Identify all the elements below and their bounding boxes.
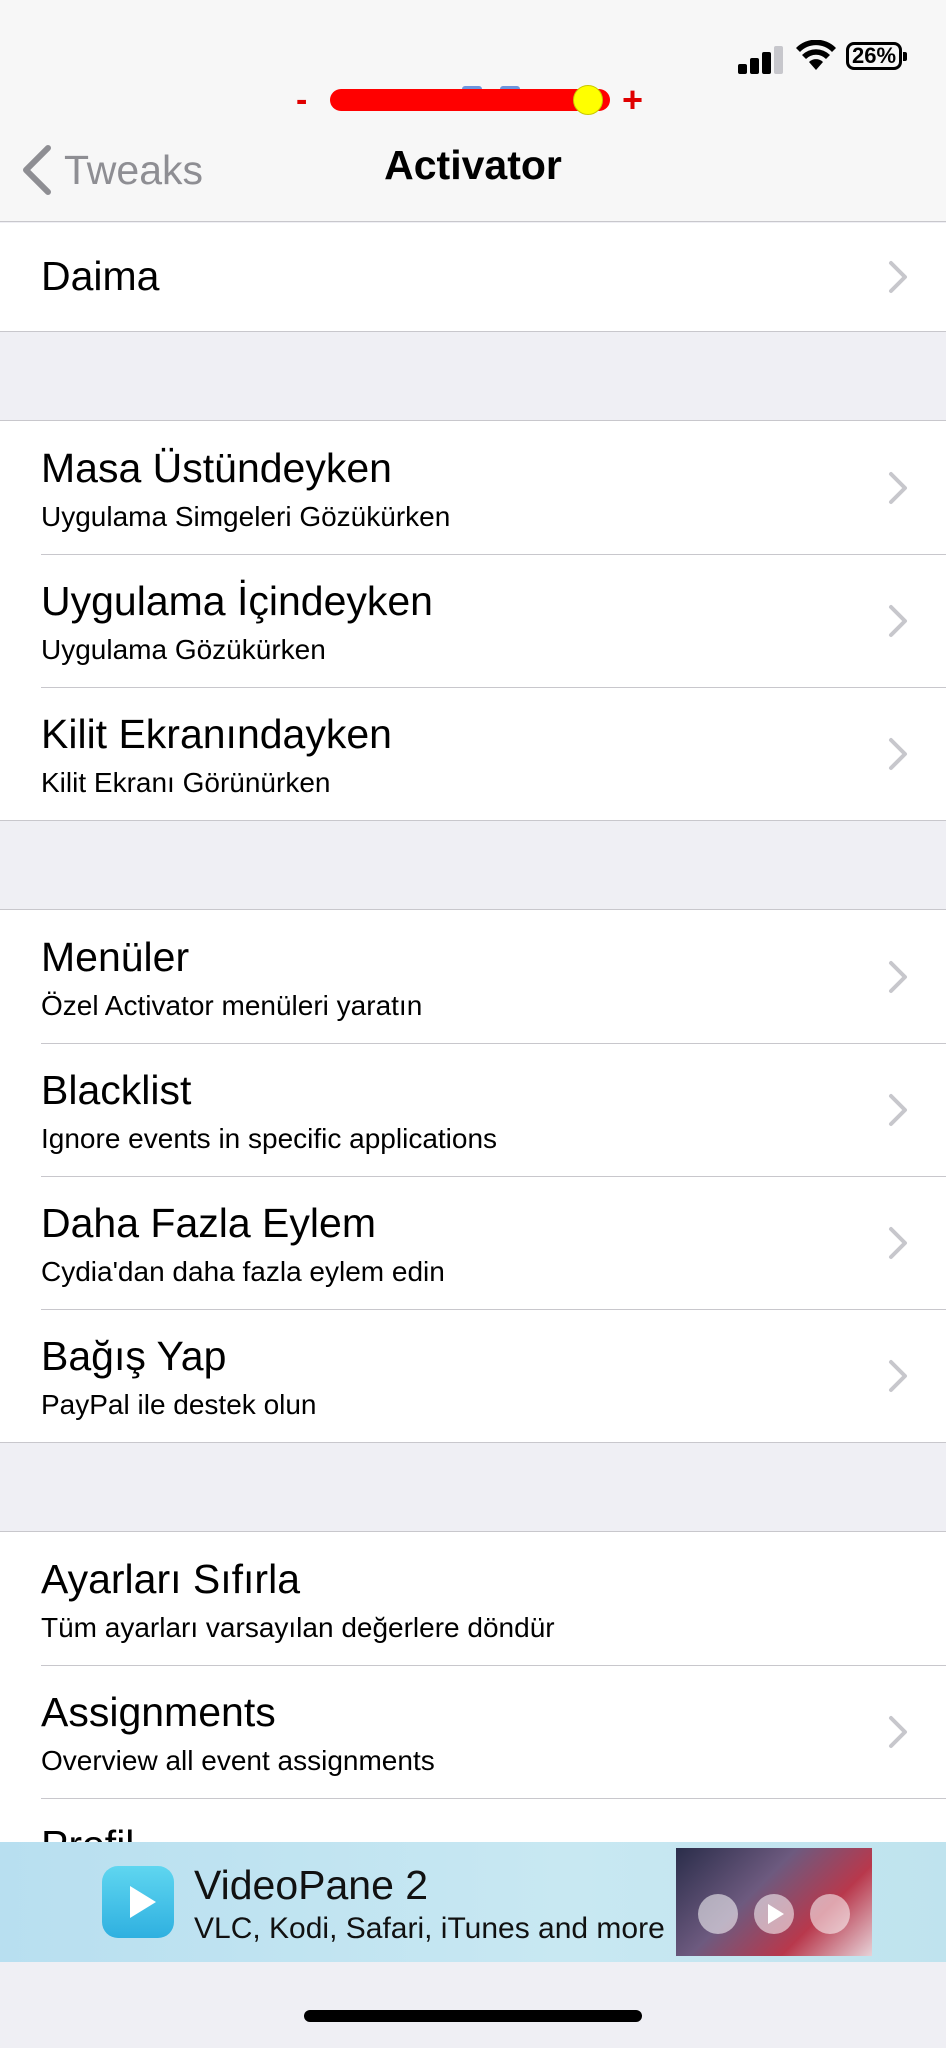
chevron-right-icon (889, 1094, 907, 1126)
row-more-actions[interactable]: Daha Fazla Eylem Cydia'dan daha fazla ey… (0, 1176, 946, 1309)
home-indicator (304, 2010, 642, 2022)
slider-decrease-button[interactable]: - (296, 80, 322, 120)
airplay-icon (810, 1894, 850, 1934)
row-title: Bağış Yap (41, 1333, 227, 1379)
ad-banner[interactable]: VideoPane 2 VLC, Kodi, Safari, iTunes an… (0, 1842, 946, 1962)
cellular-signal-icon (738, 42, 784, 74)
section-general: Daima (0, 223, 946, 332)
row-title: Uygulama İçindeyken (41, 578, 433, 624)
row-blacklist[interactable]: Blacklist Ignore events in specific appl… (0, 1043, 946, 1176)
row-subtitle: PayPal ile destek olun (41, 1389, 317, 1420)
chevron-right-icon (889, 261, 907, 293)
ad-video-thumbnail (676, 1848, 872, 1956)
row-reset-settings[interactable]: Ayarları Sıfırla Tüm ayarları varsayılan… (0, 1532, 946, 1665)
row-subtitle: Uygulama Simgeleri Gözükürken (41, 501, 451, 532)
row-subtitle: Cydia'dan daha fazla eylem edin (41, 1256, 445, 1287)
section-extras: Menüler Özel Activator menüleri yaratın … (0, 909, 946, 1443)
chevron-right-icon (889, 1716, 907, 1748)
row-subtitle: Kilit Ekranı Görünürken (41, 767, 331, 798)
chevron-right-icon (889, 605, 907, 637)
row-title: Menüler (41, 934, 190, 980)
row-in-application[interactable]: Uygulama İçindeyken Uygulama Gözükürken (0, 554, 946, 687)
slider-increase-button[interactable]: + (622, 80, 652, 120)
chevron-right-icon (889, 738, 907, 770)
page-title: Activator (384, 142, 562, 188)
play-icon (754, 1894, 794, 1934)
videopane-app-icon (102, 1866, 174, 1938)
row-subtitle: Tüm ayarları varsayılan değerlere döndür (41, 1612, 555, 1643)
row-title: Assignments (41, 1689, 276, 1735)
wifi-icon (796, 40, 836, 70)
chevron-right-icon (889, 472, 907, 504)
brightness-slider[interactable] (330, 85, 610, 115)
ad-subtitle: VLC, Kodi, Safari, iTunes and more (194, 1912, 665, 1945)
settings-table: Daima Masa Üstündeyken Uygulama Simgeler… (0, 223, 946, 1932)
row-homescreen[interactable]: Masa Üstündeyken Uygulama Simgeleri Gözü… (0, 421, 946, 554)
row-subtitle: Ignore events in specific applications (41, 1123, 498, 1154)
row-title: Ayarları Sıfırla (41, 1556, 300, 1602)
row-title: Daha Fazla Eylem (41, 1200, 376, 1246)
chevron-right-icon (889, 1227, 907, 1259)
row-title: Masa Üstündeyken (41, 445, 392, 491)
slider-knob[interactable] (572, 85, 603, 115)
row-subtitle: Uygulama Gözükürken (41, 634, 326, 665)
row-title: Daima (41, 253, 160, 299)
expand-icon (698, 1894, 738, 1934)
row-title: Blacklist (41, 1067, 192, 1113)
row-title: Kilit Ekranındayken (41, 711, 392, 757)
row-menus[interactable]: Menüler Özel Activator menüleri yaratın (0, 910, 946, 1043)
ad-title: VideoPane 2 (194, 1862, 429, 1908)
row-donate[interactable]: Bağış Yap PayPal ile destek olun (0, 1309, 946, 1442)
chevron-right-icon (889, 961, 907, 993)
battery-icon: 26% (846, 42, 907, 70)
row-subtitle: Özel Activator menüleri yaratın (41, 990, 423, 1021)
battery-percent: 26% (851, 43, 897, 68)
row-always[interactable]: Daima (0, 223, 946, 331)
navigation-bar: Tweaks Activator (0, 120, 946, 222)
section-contexts: Masa Üstündeyken Uygulama Simgeleri Gözü… (0, 420, 946, 821)
chevron-right-icon (889, 1360, 907, 1392)
row-subtitle: Overview all event assignments (41, 1745, 435, 1776)
row-lock-screen[interactable]: Kilit Ekranındayken Kilit Ekranı Görünür… (0, 687, 946, 820)
row-assignments[interactable]: Assignments Overview all event assignmen… (0, 1665, 946, 1798)
